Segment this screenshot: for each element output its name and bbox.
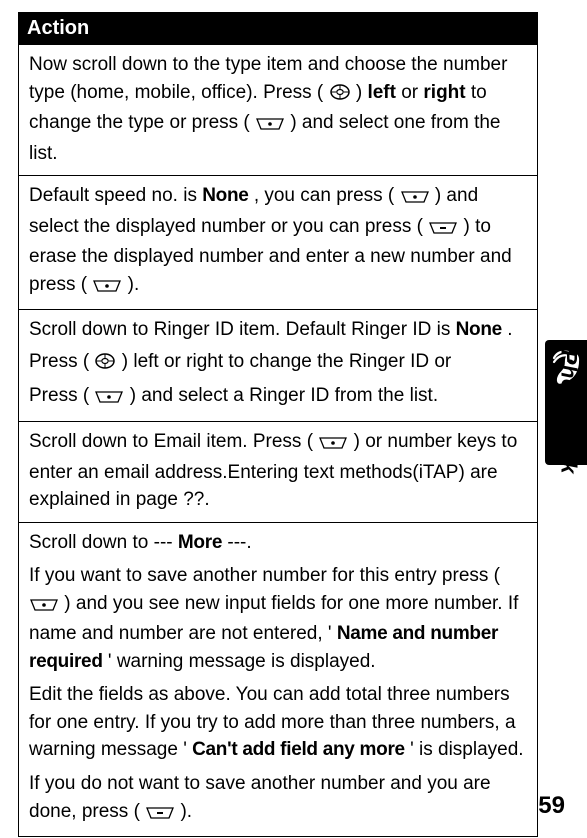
ui-label: None [202, 185, 248, 206]
softkey-dot-icon [29, 593, 59, 621]
text: ' warning message is displayed. [108, 651, 376, 672]
nav-circle-icon [329, 82, 351, 110]
text: . [507, 319, 512, 340]
text: Press ( [29, 351, 89, 372]
nav-circle-icon [94, 351, 116, 379]
content-area: Action Now scroll down to the type item … [0, 0, 587, 837]
text: If you do not want to save another numbe… [29, 773, 491, 822]
softkey-dot-icon [94, 385, 124, 413]
text: ' is displayed. [410, 739, 523, 760]
action-table: Action Now scroll down to the type item … [18, 12, 538, 837]
text: Scroll down to Ringer ID item. Default R… [29, 319, 456, 340]
ui-label: None [456, 319, 502, 340]
text: Default speed no. is [29, 185, 202, 206]
softkey-bar-icon [428, 216, 458, 244]
softkey-dot-icon [255, 112, 285, 140]
cell: Scroll down to Ringer ID item. Default R… [19, 310, 538, 422]
text: ---. [227, 532, 251, 553]
text: If you want to save another number for t… [29, 565, 500, 586]
table-row: Scroll down to Ringer ID item. Default R… [19, 310, 538, 422]
table-row: Scroll down to --- More ---. If you want… [19, 522, 538, 836]
side-label: Phonebook [555, 350, 581, 474]
text: ) [356, 82, 368, 103]
text: ). [128, 274, 140, 295]
text-bold: left [367, 82, 396, 103]
ui-label: Can't add field any more [192, 739, 405, 760]
text: Scroll down to Email item. Press ( [29, 431, 313, 452]
text: Press ( [29, 385, 89, 406]
softkey-dot-icon [400, 185, 430, 213]
table-row: Now scroll down to the type item and cho… [19, 45, 538, 176]
table-header-action: Action [19, 13, 538, 45]
cell: Default speed no. is None , you can pres… [19, 176, 538, 310]
softkey-bar-icon [145, 801, 175, 829]
ui-label: More [178, 532, 222, 553]
softkey-dot-icon [92, 274, 122, 302]
softkey-dot-icon [318, 431, 348, 459]
text: ) and select a Ringer ID from the list. [130, 385, 438, 406]
text: , you can press ( [254, 185, 394, 206]
text: ) left or right to change the Ringer ID … [122, 351, 452, 372]
cell: Now scroll down to the type item and cho… [19, 45, 538, 176]
text: or [401, 82, 423, 103]
text: ). [180, 801, 192, 822]
table-row: Scroll down to Email item. Press ( ) or … [19, 422, 538, 523]
text: Scroll down to --- [29, 532, 173, 553]
page: Action Now scroll down to the type item … [0, 0, 587, 838]
text-bold: right [423, 82, 465, 103]
table-row: Default speed no. is None , you can pres… [19, 176, 538, 310]
page-number: 59 [538, 792, 565, 820]
cell: Scroll down to Email item. Press ( ) or … [19, 422, 538, 523]
cell: Scroll down to --- More ---. If you want… [19, 522, 538, 836]
